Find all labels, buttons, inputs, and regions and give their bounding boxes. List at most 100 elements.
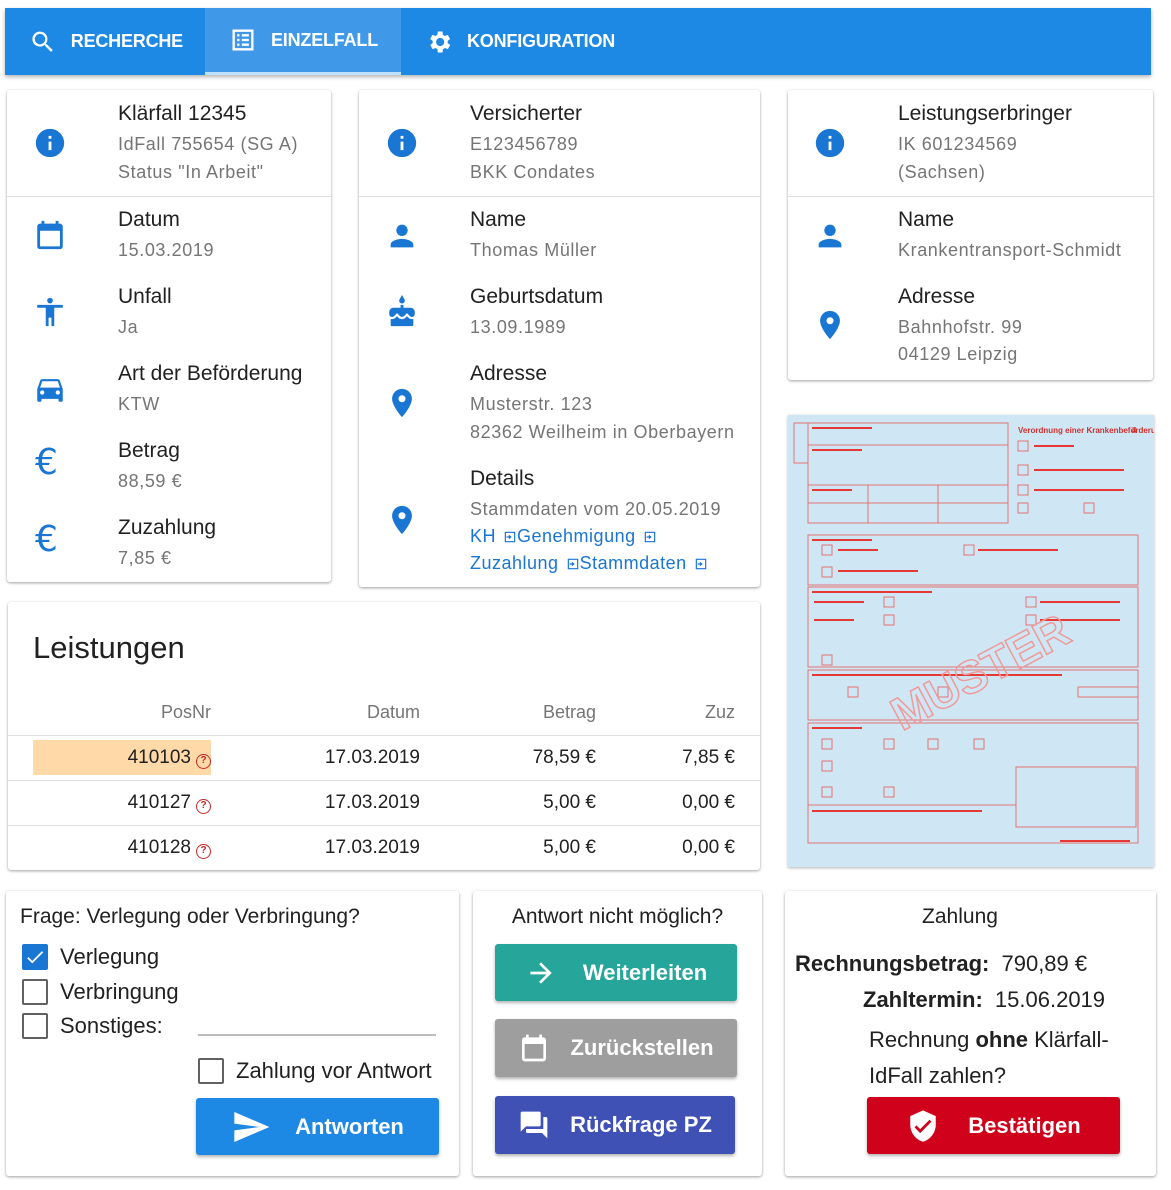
location-pin-icon xyxy=(392,505,412,535)
provider-name: Krankentransport-Schmidt xyxy=(898,240,1122,260)
location-pin-icon xyxy=(392,388,412,418)
forward-button[interactable]: Weiterleiten xyxy=(495,944,737,1001)
question-title: Frage: Verlegung oder Verbringung? xyxy=(20,905,360,928)
insured-card: Versicherter E123456789 BKK Condates Nam… xyxy=(359,90,760,587)
top-navigation-bar: RECHERCHE EINZELFALL KONFIGURATION xyxy=(5,8,1151,75)
unfall-value: Ja xyxy=(118,317,139,337)
table-row[interactable]: 410103? 17.03.2019 78,59 € 7,85 € xyxy=(8,735,760,780)
table-row[interactable]: 410128? 17.03.2019 5,00 € 0,00 € xyxy=(8,825,760,870)
calendar-icon xyxy=(37,220,63,250)
forward-button-label: Weiterleiten xyxy=(582,959,708,985)
checkbox[interactable] xyxy=(22,979,48,1005)
tab-einzelfall[interactable]: EINZELFALL xyxy=(205,8,401,75)
help-icon[interactable]: ? xyxy=(196,844,211,859)
cell-betrag: 5,00 € xyxy=(543,837,596,858)
zuzahlung-value: 7,85 € xyxy=(118,548,172,568)
art-label: Art der Beförderung xyxy=(118,362,303,385)
question-card: Frage: Verlegung oder Verbringung? Verle… xyxy=(6,891,459,1176)
case-title: Klärfall 12345 xyxy=(118,102,247,125)
defer-button-label: Zurückstellen xyxy=(570,1035,714,1060)
sonstiges-input[interactable] xyxy=(198,1034,436,1036)
payment-question-bold: ohne xyxy=(975,1027,1028,1052)
person-icon xyxy=(818,224,842,248)
case-status: Status "In Arbeit" xyxy=(118,162,264,182)
divider xyxy=(7,196,331,197)
option-payment-before-answer[interactable]: Zahlung vor Antwort xyxy=(198,1058,432,1084)
insured-number: E123456789 xyxy=(470,134,579,154)
option-sonstiges-label: Sonstiges: xyxy=(60,1013,163,1038)
payment-question-post1: Klärfall- xyxy=(1034,1027,1109,1052)
payment-question-line-2: IdFall zahlen? xyxy=(869,1063,1006,1088)
confirm-button-label: Bestätigen xyxy=(968,1112,1081,1138)
cell-posnr: 410103? xyxy=(68,747,211,769)
option-verlegung-label: Verlegung xyxy=(60,944,160,969)
payment-question-pre: Rechnung xyxy=(869,1027,970,1052)
help-icon[interactable]: ? xyxy=(196,799,211,814)
case-header: Klärfall 12345 IdFall 755654 (SG A) Stat… xyxy=(7,90,331,196)
payment-due-row: Zahltermin: 15.06.2019 xyxy=(863,987,1105,1013)
table-row[interactable]: 410127? 17.03.2019 5,00 € 0,00 € xyxy=(8,780,760,825)
cell-zuz: 0,00 € xyxy=(682,837,735,858)
payment-amount-row: Rechnungsbetrag: 790,89 € xyxy=(795,951,1087,977)
divider xyxy=(788,196,1153,197)
insured-name: Thomas Müller xyxy=(470,240,597,260)
list-icon xyxy=(232,29,254,51)
checkbox[interactable] xyxy=(22,1013,48,1039)
link-genehmigung[interactable]: Genehmigung xyxy=(517,526,636,546)
insured-kasse: BKK Condates xyxy=(470,162,596,182)
payment-amount: 790,89 € xyxy=(1001,951,1088,976)
cell-zuz: 0,00 € xyxy=(682,792,735,813)
calendar-icon xyxy=(522,1034,547,1062)
address-city: 82362 Weilheim in Oberbayern xyxy=(470,422,735,442)
option-verbringung[interactable]: Verbringung xyxy=(22,979,179,1005)
col-betrag[interactable]: Betrag xyxy=(488,702,596,723)
form-preview-number: 4 xyxy=(1132,426,1137,435)
details-links-row-1: KH Genehmigung xyxy=(470,526,657,547)
col-posnr[interactable]: PosNr xyxy=(128,702,211,723)
check-icon xyxy=(27,951,44,964)
car-icon xyxy=(37,379,63,402)
confirm-button[interactable]: Bestätigen xyxy=(867,1097,1120,1154)
checkbox-checked[interactable] xyxy=(22,944,48,970)
tab-recherche[interactable]: RECHERCHE xyxy=(5,8,205,75)
external-link-icon[interactable] xyxy=(503,530,517,544)
accessibility-icon xyxy=(37,297,63,327)
provider-city: 04129 Leipzig xyxy=(898,344,1018,364)
option-sonstiges[interactable]: Sonstiges: xyxy=(22,1013,163,1039)
tab-recherche-label: RECHERCHE xyxy=(70,31,183,51)
tab-konfiguration-label: KONFIGURATION xyxy=(467,31,616,51)
send-icon xyxy=(234,1111,270,1142)
link-kh[interactable]: KH xyxy=(470,526,496,546)
zuzahlung-label: Zuzahlung xyxy=(118,516,217,539)
link-stammdaten[interactable]: Stammdaten xyxy=(580,553,687,573)
external-link-icon[interactable] xyxy=(566,557,580,571)
shield-check-icon xyxy=(910,1109,936,1142)
link-zuzahlung[interactable]: Zuzahlung xyxy=(470,553,559,573)
form-preview-drawing: Verordnung einer Krankenbeförderung 4 MU… xyxy=(793,422,1154,844)
betrag-label: Betrag xyxy=(118,439,180,462)
case-idfall: IdFall 755654 (SG A) xyxy=(118,134,299,154)
external-link-icon[interactable] xyxy=(694,557,708,571)
leistungen-card: Leistungen PosNr Datum Betrag Zuz 410103… xyxy=(8,602,760,870)
arrow-right-icon xyxy=(530,961,552,984)
tab-konfiguration[interactable]: KONFIGURATION xyxy=(401,8,637,75)
option-verlegung[interactable]: Verlegung xyxy=(22,944,159,970)
defer-button[interactable]: Zurückstellen xyxy=(495,1019,737,1077)
payment-before-answer-label: Zahlung vor Antwort xyxy=(236,1058,432,1083)
col-datum[interactable]: Datum xyxy=(308,702,420,723)
payment-title: Zahlung xyxy=(922,905,998,928)
query-button[interactable]: Rückfrage PZ xyxy=(495,1096,735,1154)
art-value: KTW xyxy=(118,394,160,414)
option-verbringung-label: Verbringung xyxy=(60,979,179,1004)
details-links-row-2: Zuzahlung Stammdaten xyxy=(470,553,708,574)
form-preview-image[interactable]: Verordnung einer Krankenbeförderung 4 MU… xyxy=(788,415,1154,867)
external-link-icon[interactable] xyxy=(643,530,657,544)
help-icon[interactable]: ? xyxy=(196,754,211,769)
info-icon xyxy=(35,128,65,158)
details-sub: Stammdaten vom 20.05.2019 xyxy=(470,499,722,519)
checkbox[interactable] xyxy=(198,1058,224,1084)
payment-due: 15.06.2019 xyxy=(994,987,1106,1012)
answer-button[interactable]: Antworten xyxy=(196,1098,439,1155)
col-zuz[interactable]: Zuz xyxy=(648,702,735,723)
answer-button-label: Antworten xyxy=(295,1113,404,1139)
